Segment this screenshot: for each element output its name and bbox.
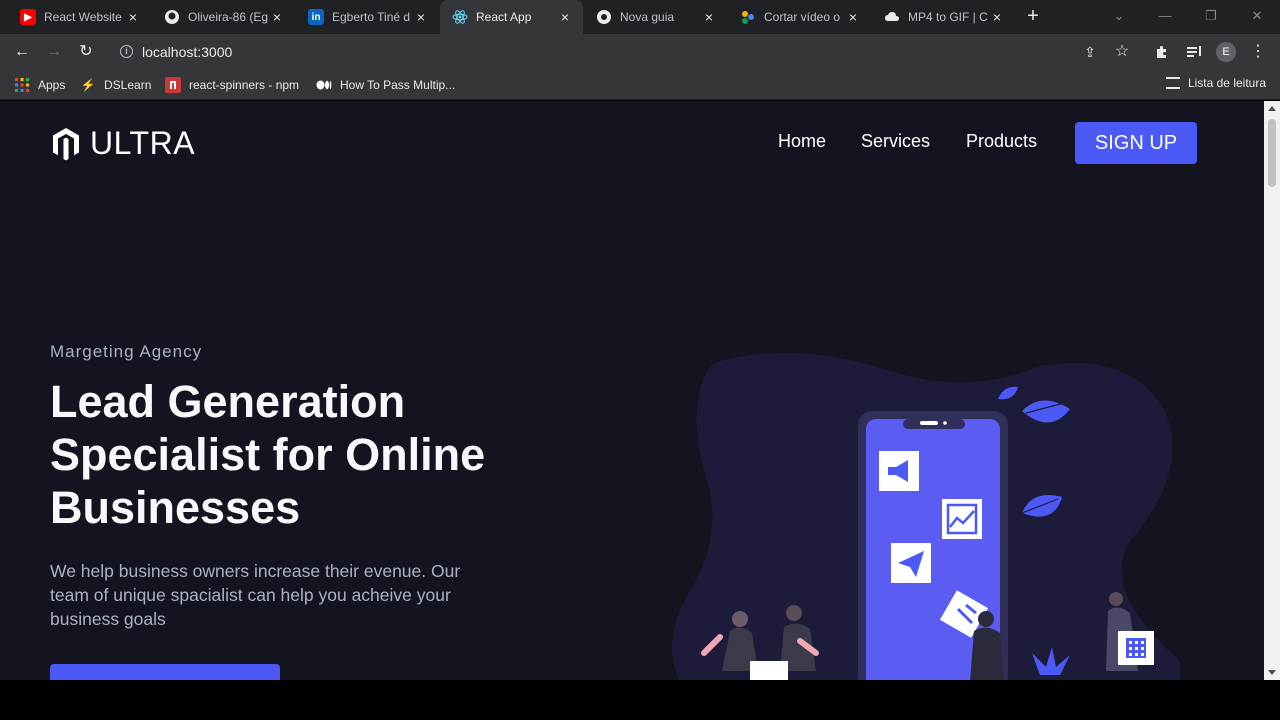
clipchamp-icon xyxy=(740,9,756,25)
scroll-up-arrow-icon[interactable] xyxy=(1268,106,1276,111)
close-icon[interactable]: × xyxy=(125,9,141,25)
bookmark-react-spinners[interactable]: react-spinners - npm xyxy=(165,76,299,94)
bookmark-medium[interactable]: How To Pass Multip... xyxy=(316,76,455,94)
url-text[interactable]: localhost:3000 xyxy=(142,44,232,60)
tab-cortar-video[interactable]: Cortar vídeo o × xyxy=(728,0,871,34)
extensions-puzzle-icon[interactable] xyxy=(1150,40,1174,64)
github-icon xyxy=(164,9,180,25)
page-scrollbar[interactable] xyxy=(1264,101,1280,680)
browser-toolbar: ← → ↻ i localhost:3000 ⇪ ☆ E ⋮ xyxy=(0,34,1280,70)
close-icon[interactable]: × xyxy=(845,9,861,25)
back-button[interactable]: ← xyxy=(10,40,34,64)
tab-mp4-to-gif[interactable]: MP4 to GIF | C × xyxy=(872,0,1015,34)
bottom-black-bar xyxy=(0,680,1280,720)
bookmark-star-icon[interactable]: ☆ xyxy=(1110,40,1134,64)
reading-list-icon xyxy=(1165,77,1180,89)
site-info-icon[interactable]: i xyxy=(120,45,133,58)
apps-grid-icon xyxy=(14,77,30,93)
hero-description: We help business owners increase their e… xyxy=(50,561,461,629)
react-icon xyxy=(452,9,468,25)
nav-products[interactable]: Products xyxy=(966,131,1037,152)
hero-headline: Lead Generation Specialist for Online Bu… xyxy=(50,376,486,533)
bookmark-dslearn[interactable]: ⚡ DSLearn xyxy=(80,76,152,94)
forward-button[interactable]: → xyxy=(42,40,66,64)
brand-logo[interactable]: ULTRA xyxy=(50,125,195,162)
tab-linkedin[interactable]: in Egberto Tiné d × xyxy=(296,0,439,34)
linkedin-icon: in xyxy=(308,9,324,25)
youtube-icon: ▶ xyxy=(20,9,36,25)
bookmarks-bar: Apps ⚡ DSLearn react-spinners - npm How … xyxy=(0,70,1280,100)
window-controls: ⌄ — ❐ ✕ xyxy=(1096,0,1280,34)
brand-name: ULTRA xyxy=(90,125,196,161)
close-window-button[interactable]: ✕ xyxy=(1234,0,1280,34)
reading-list-button[interactable]: Lista de leitura xyxy=(1165,76,1266,90)
nav-services[interactable]: Services xyxy=(861,131,930,152)
profile-avatar[interactable]: E xyxy=(1216,42,1236,62)
close-icon[interactable]: × xyxy=(989,9,1005,25)
page-viewport: ULTRA Home Services Products SIGN UP Mar… xyxy=(0,101,1264,680)
chrome-icon xyxy=(596,9,612,25)
scroll-down-arrow-icon[interactable] xyxy=(1268,670,1276,675)
reload-button[interactable]: ↻ xyxy=(74,40,98,64)
chevron-down-icon[interactable]: ⌄ xyxy=(1096,0,1142,34)
minimize-button[interactable]: — xyxy=(1142,0,1188,34)
new-tab-button[interactable]: + xyxy=(1020,5,1046,29)
bookmark-apps[interactable]: Apps xyxy=(14,76,65,94)
tab-github[interactable]: Oliveira-86 (Eg × xyxy=(152,0,295,34)
signup-button[interactable]: SIGN UP xyxy=(1075,122,1197,164)
megaphone-icon xyxy=(879,451,919,491)
tab-react-app[interactable]: React App × xyxy=(440,0,583,34)
hero-illustration xyxy=(672,353,1180,680)
medium-icon xyxy=(316,77,332,93)
paper-plane-icon xyxy=(891,543,931,583)
hexagon-m-logo-icon xyxy=(53,127,79,160)
npm-icon xyxy=(165,77,181,93)
scrollbar-thumb[interactable] xyxy=(1268,119,1276,187)
close-icon[interactable]: × xyxy=(701,9,717,25)
tab-nova-guia[interactable]: Nova guia × xyxy=(584,0,727,34)
chart-card-icon xyxy=(942,499,982,539)
lightning-icon: ⚡ xyxy=(80,78,96,92)
cloudconvert-icon xyxy=(884,9,900,25)
close-icon[interactable]: × xyxy=(413,9,429,25)
address-bar[interactable]: i localhost:3000 xyxy=(106,38,1146,66)
restore-button[interactable]: ❐ xyxy=(1188,0,1234,34)
media-control-icon[interactable] xyxy=(1182,40,1206,64)
close-icon[interactable]: × xyxy=(557,9,573,25)
hero-eyebrow: Margeting Agency xyxy=(50,342,203,361)
hero-cta-button[interactable] xyxy=(50,664,280,680)
more-menu-icon[interactable]: ⋮ xyxy=(1246,40,1270,64)
share-icon[interactable]: ⇪ xyxy=(1078,40,1102,64)
tab-react-website[interactable]: ▶ React Website × xyxy=(8,0,151,34)
close-icon[interactable]: × xyxy=(269,9,285,25)
nav-home[interactable]: Home xyxy=(778,131,826,152)
browser-tab-strip: ▶ React Website × Oliveira-86 (Eg × in E… xyxy=(0,0,1280,34)
